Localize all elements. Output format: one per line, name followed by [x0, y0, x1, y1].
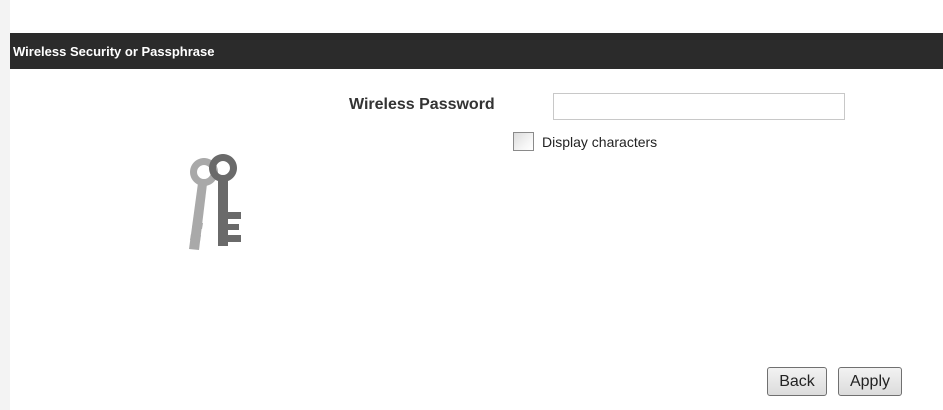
left-margin — [0, 0, 10, 410]
section-header: Wireless Security or Passphrase — [10, 33, 943, 69]
section-title: Wireless Security or Passphrase — [13, 43, 215, 59]
display-characters-checkbox[interactable] — [513, 132, 534, 151]
keys-icon — [189, 154, 241, 250]
display-characters-row[interactable]: Display characters — [513, 132, 657, 151]
back-button[interactable]: Back — [767, 367, 827, 396]
display-characters-label: Display characters — [542, 133, 658, 150]
page: Wireless Security or Passphrase Wireless… — [0, 0, 943, 410]
wireless-password-input[interactable] — [553, 93, 845, 120]
wireless-password-label: Wireless Password — [349, 96, 495, 113]
apply-button[interactable]: Apply — [838, 367, 902, 396]
